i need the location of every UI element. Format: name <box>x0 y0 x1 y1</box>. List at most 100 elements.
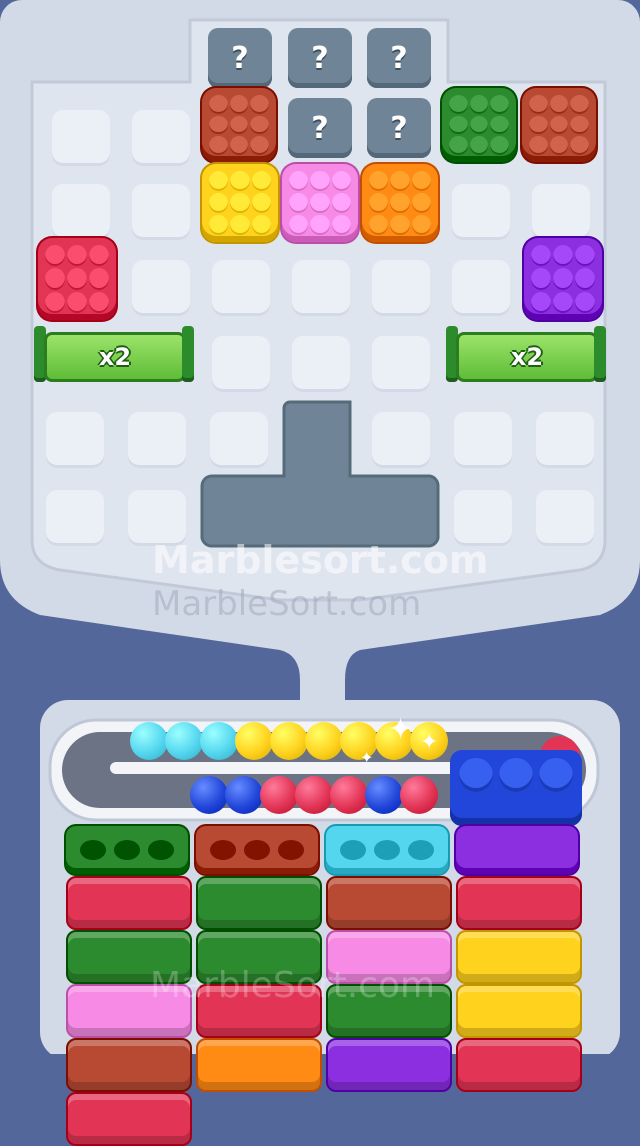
marble-bump <box>529 95 548 114</box>
marble-bump <box>469 136 489 155</box>
question-mark-icon: ? <box>311 110 329 146</box>
marble-ball <box>165 722 203 760</box>
marble-bump <box>390 193 410 213</box>
marble-bump <box>67 268 87 290</box>
green-block[interactable] <box>442 88 516 162</box>
marble-bump <box>289 193 309 213</box>
marble-bump <box>230 171 250 191</box>
watermark-primary: Marblesort.com <box>152 538 489 582</box>
watermark-secondary: MarbleSort.com <box>152 584 422 624</box>
brown-block-right[interactable] <box>522 88 596 162</box>
empty-grid-cell[interactable] <box>46 490 104 546</box>
empty-grid-cell[interactable] <box>46 412 104 468</box>
column-layer <box>66 876 192 930</box>
empty-grid-cell[interactable] <box>452 184 510 240</box>
watermark-footer: MarbleSort.com <box>150 965 436 1006</box>
marble-slot <box>340 840 366 860</box>
marble-bump <box>209 115 228 135</box>
marble-bump <box>250 115 269 135</box>
empty-grid-cell[interactable] <box>292 336 350 392</box>
marble-bump <box>575 268 595 290</box>
column-layer <box>326 876 452 930</box>
column-layer <box>66 1092 192 1146</box>
marble-ball <box>190 776 228 814</box>
mystery-block[interactable]: ? <box>208 28 272 88</box>
marble-bump <box>531 268 551 290</box>
red-block[interactable] <box>38 238 116 320</box>
empty-grid-cell[interactable] <box>52 184 110 240</box>
question-mark-icon: ? <box>390 110 408 146</box>
marble-ball <box>400 776 438 814</box>
mystery-block[interactable]: ? <box>288 28 352 88</box>
marble-bump <box>251 171 271 191</box>
marble-slot <box>374 840 400 860</box>
marble-bump <box>411 171 431 191</box>
empty-grid-cell[interactable] <box>132 110 190 166</box>
empty-grid-cell[interactable] <box>292 260 350 316</box>
brown-block-top[interactable] <box>202 88 276 162</box>
multiplier-x2-right[interactable]: x2 <box>456 332 598 382</box>
mystery-block[interactable]: ? <box>288 98 352 158</box>
empty-grid-cell[interactable] <box>132 260 190 316</box>
marble-bump <box>449 115 468 135</box>
marble-slot <box>148 840 174 860</box>
empty-grid-cell[interactable] <box>372 260 430 316</box>
mystery-block[interactable]: ? <box>367 28 431 88</box>
column-top-3[interactable] <box>456 826 578 874</box>
marble-ball <box>295 776 333 814</box>
marble-bump <box>67 245 87 267</box>
marble-bump <box>67 291 87 313</box>
marble-bump <box>289 171 309 191</box>
marble-slot <box>80 840 106 860</box>
marble-bump <box>331 215 351 235</box>
marble-bump <box>449 136 468 155</box>
empty-grid-cell[interactable] <box>128 412 186 468</box>
yellow-block[interactable] <box>202 164 278 242</box>
marble-slot <box>408 840 434 860</box>
marble-bump <box>529 136 548 155</box>
empty-grid-cell[interactable] <box>536 490 594 546</box>
column-layer <box>456 984 582 1038</box>
column-top-1[interactable] <box>196 826 318 874</box>
empty-grid-cell[interactable] <box>210 412 268 468</box>
column-layer <box>326 1038 452 1092</box>
empty-grid-cell[interactable] <box>454 412 512 468</box>
marble-bump <box>553 268 573 290</box>
marble-bump <box>490 136 509 155</box>
empty-grid-cell[interactable] <box>532 184 590 240</box>
marble-bump <box>229 115 249 135</box>
marble-ball <box>270 722 308 760</box>
marble-bump <box>369 171 389 191</box>
empty-grid-cell[interactable] <box>372 412 430 468</box>
column-top-0[interactable] <box>66 826 188 874</box>
empty-grid-cell[interactable] <box>372 336 430 392</box>
marble-bump <box>229 136 249 155</box>
marble-ball <box>330 776 368 814</box>
marble-bump <box>449 95 468 114</box>
empty-grid-cell[interactable] <box>452 260 510 316</box>
marble-slot <box>499 758 533 792</box>
multiplier-label: x2 <box>510 343 544 371</box>
pink-block[interactable] <box>282 164 358 242</box>
marble-slot <box>210 840 236 860</box>
empty-grid-cell[interactable] <box>536 412 594 468</box>
empty-grid-cell[interactable] <box>212 260 270 316</box>
column-top-2[interactable] <box>326 826 448 874</box>
multiplier-x2-left[interactable]: x2 <box>44 332 186 382</box>
marble-bump <box>209 193 229 213</box>
marble-bump <box>45 245 65 267</box>
orange-block[interactable] <box>362 164 438 242</box>
purple-block[interactable] <box>524 238 602 320</box>
empty-grid-cell[interactable] <box>132 184 190 240</box>
marble-bump <box>553 245 573 267</box>
multiplier-cap <box>594 326 606 382</box>
marble-ball <box>365 776 403 814</box>
marble-bump <box>531 245 551 267</box>
empty-grid-cell[interactable] <box>52 110 110 166</box>
empty-grid-cell[interactable] <box>212 336 270 392</box>
marble-bump <box>310 171 330 191</box>
mystery-block[interactable]: ? <box>367 98 431 158</box>
blue-launcher-block[interactable] <box>450 750 582 826</box>
marble-slot <box>539 758 573 792</box>
marble-bump <box>230 193 250 213</box>
